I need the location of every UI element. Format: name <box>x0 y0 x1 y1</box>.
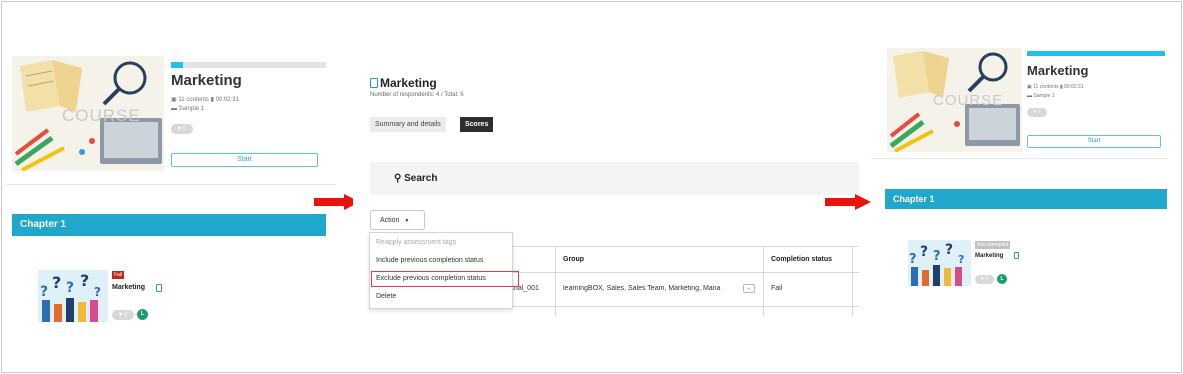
action-dropdown-menu: Reapply assessment tags Include previous… <box>369 232 519 309</box>
chapter-header[interactable]: Chapter 1 <box>885 189 1167 209</box>
svg-text:?: ? <box>920 244 928 260</box>
duration: 00:02:31 <box>1064 84 1084 90</box>
search-label: Search <box>404 173 438 184</box>
svg-text:?: ? <box>933 249 941 264</box>
page-title-text: Marketing <box>380 76 437 90</box>
like-count: 0 <box>1037 109 1041 115</box>
svg-text:?: ? <box>958 253 964 266</box>
lesson-title[interactable]: Marketing <box>975 253 1003 259</box>
action-label: Action <box>380 217 400 224</box>
course-meta: ▣ 11 contents ▮ 00:02:31 <box>1027 84 1084 90</box>
heart-icon: ♥ <box>177 126 182 132</box>
sample-label: Sample 1 <box>1033 93 1055 99</box>
svg-text:?: ? <box>52 273 61 292</box>
course-thumbnail: COURSE <box>887 48 1022 152</box>
course-page-before: COURSE Marketing ▣ 11 contents ▮ 00:02:3… <box>6 38 336 330</box>
contents-count: 11 contents <box>1033 84 1059 90</box>
svg-text:?: ? <box>80 271 89 290</box>
lesson-like-count: 0 <box>985 276 989 282</box>
sample-line: ▬ Sample 1 <box>1027 93 1055 99</box>
video-icon: ▮ <box>210 97 214 103</box>
menu-item-exclude-previous[interactable]: Exclude previous completion status <box>376 275 486 282</box>
heart-icon: ♥ <box>118 312 123 318</box>
tab-scores[interactable]: Scores <box>460 117 494 132</box>
document-icon <box>1014 252 1019 259</box>
course-word: COURSE <box>933 92 1004 109</box>
like-button[interactable]: ♥ 0 <box>1027 108 1047 117</box>
course-title: Marketing <box>171 72 242 89</box>
chevron-down-icon: ⌄ <box>746 284 752 291</box>
question-people-icon: ? ? ? ? ? <box>908 240 971 286</box>
lesson-title[interactable]: Marketing <box>112 284 145 291</box>
header-group[interactable]: Group <box>563 256 584 263</box>
svg-text:?: ? <box>66 280 74 296</box>
contents-count: 11 contents <box>178 97 209 103</box>
group-select[interactable]: ⌄ <box>743 284 755 293</box>
status-badge: Fail <box>112 271 125 279</box>
heart-icon: ♥ <box>1033 109 1037 115</box>
course-page-after: COURSE Marketing ▣ 11 contents ▮ 00:02:3… <box>871 38 1167 294</box>
progress-fill <box>171 62 184 68</box>
progress-fill <box>1027 51 1165 56</box>
course-meta: ▣ 11 contents ▮ 00:02:31 <box>171 96 239 103</box>
svg-text:?: ? <box>94 285 101 299</box>
start-button[interactable]: Start <box>171 153 318 167</box>
status-badge: Not attempted <box>975 241 1011 249</box>
question-people-icon: ? ? ? ? ? <box>38 270 108 322</box>
menu-item-reapply-tags: Reapply assessment tags <box>376 239 457 246</box>
svg-text:?: ? <box>909 252 917 267</box>
caret-down-icon: ▼ <box>404 218 410 224</box>
progress-bar <box>171 62 326 68</box>
search-icon: ⚲ <box>394 173 402 184</box>
right-arrow-icon <box>825 194 871 210</box>
lesson-like-button[interactable]: ♥ 0 <box>112 310 134 320</box>
folder-icon: ▬ <box>171 106 177 112</box>
svg-text:?: ? <box>40 284 48 300</box>
course-title: Marketing <box>1027 63 1089 78</box>
header-completion-status[interactable]: Completion status <box>771 256 832 263</box>
scores-page: Marketing Number of respondents: 4 / Tot… <box>353 58 859 316</box>
progress-bar <box>1027 51 1165 56</box>
like-button[interactable]: ♥ 0 <box>171 124 193 134</box>
group-cell: learningBOX, Sales, Sales Team, Marketin… <box>563 285 721 292</box>
lesson-thumbnail[interactable]: ? ? ? ? ? <box>38 270 108 322</box>
start-button[interactable]: Start <box>1027 135 1161 148</box>
video-icon: ▮ <box>1060 84 1063 90</box>
respondents-count: Number of respondents: 4 / Total: 5 <box>370 92 464 98</box>
folder-icon: ▬ <box>1027 93 1032 99</box>
contents-icon: ▣ <box>1027 84 1032 90</box>
divider <box>871 158 1167 159</box>
tab-summary[interactable]: Summary and details <box>370 117 446 132</box>
sample-line: ▬ Sample 1 <box>171 106 204 112</box>
document-icon <box>370 78 378 88</box>
duration: 00:02:31 <box>215 97 239 103</box>
search-heading[interactable]: ⚲ Search <box>394 173 437 184</box>
divider <box>6 184 336 185</box>
like-count: 0 <box>182 126 187 132</box>
course-word: COURSE <box>62 106 141 125</box>
lesson-type-icon: L <box>137 309 148 320</box>
search-panel[interactable]: ⚲ Search <box>370 162 859 195</box>
menu-item-delete[interactable]: Delete <box>376 293 396 300</box>
heart-icon: ♥ <box>980 276 984 282</box>
lesson-thumbnail[interactable]: ? ? ? ? ? <box>908 240 971 286</box>
menu-item-include-previous[interactable]: Include previous completion status <box>376 257 483 264</box>
contents-icon: ▣ <box>171 97 177 103</box>
action-button[interactable]: Action ▼ <box>370 210 425 230</box>
svg-text:?: ? <box>945 242 953 258</box>
document-icon <box>156 284 162 292</box>
lesson-type-icon: L <box>997 274 1007 284</box>
sample-label: Sample 1 <box>178 106 205 112</box>
page-title: Marketing <box>370 76 437 90</box>
course-thumbnail: COURSE <box>12 56 164 171</box>
completion-status-cell: Fail <box>771 285 783 292</box>
lesson-like-button[interactable]: ♥ 0 <box>975 275 994 284</box>
chapter-header[interactable]: Chapter 1 <box>12 214 326 236</box>
lesson-like-count: 0 <box>123 312 128 318</box>
